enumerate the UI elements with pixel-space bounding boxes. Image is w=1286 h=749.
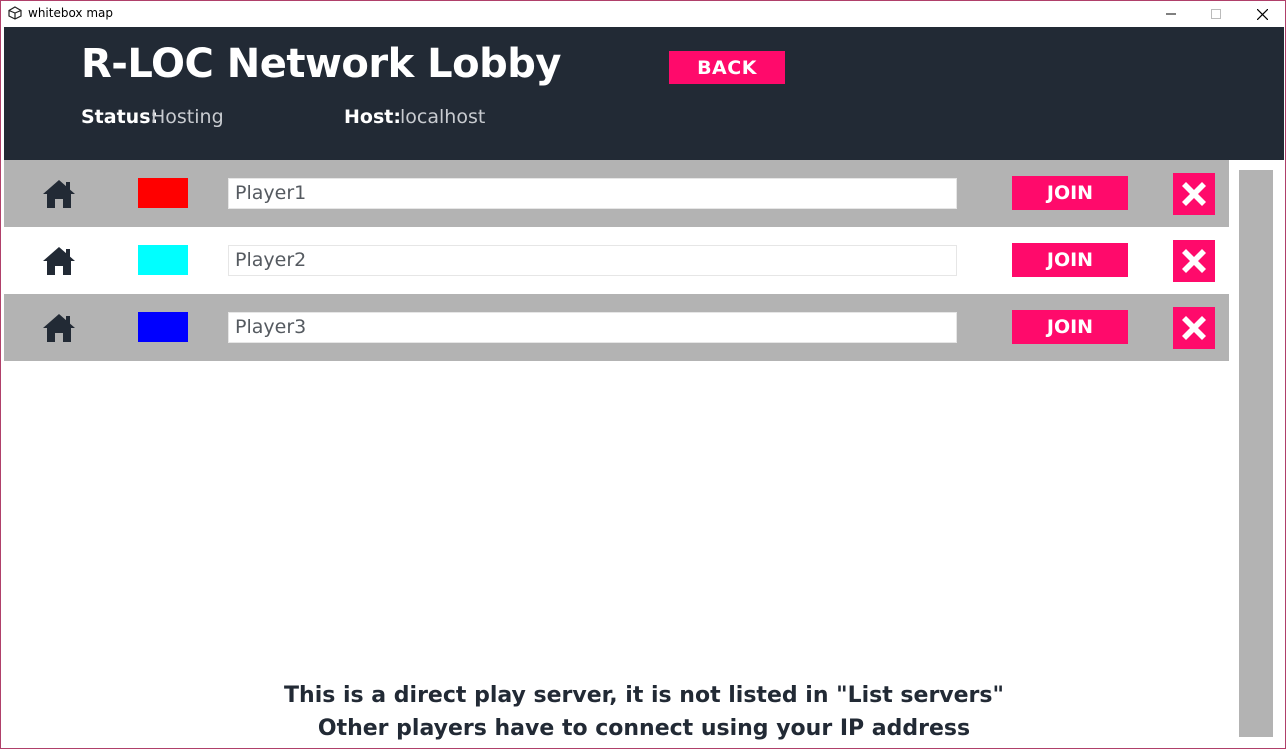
minimize-button[interactable] — [1148, 1, 1194, 27]
notice-line-2: Other players have to connect using your… — [317, 716, 971, 741]
player-color-swatch[interactable] — [138, 178, 188, 208]
remove-player-button[interactable] — [1173, 173, 1215, 215]
scrollbar-thumb[interactable] — [1239, 170, 1273, 737]
player-name-field[interactable]: Player3 — [228, 312, 957, 343]
join-button[interactable]: JOIN — [1012, 176, 1128, 210]
player-row-1: Player1 JOIN — [4, 160, 1229, 227]
home-icon — [43, 247, 75, 275]
player-name-field[interactable]: Player1 — [228, 178, 957, 209]
close-icon — [1256, 8, 1268, 20]
host-value: localhost — [400, 106, 486, 128]
home-icon — [43, 180, 75, 208]
status-value: Hosting — [151, 106, 224, 128]
window-title: whitebox map — [28, 6, 114, 20]
close-x-icon — [1182, 182, 1206, 206]
close-window-button[interactable] — [1239, 1, 1285, 27]
player-color-swatch[interactable] — [138, 245, 188, 275]
player-name-field[interactable]: Player2 — [228, 245, 957, 276]
notice-line-1: This is a direct play server, it is not … — [284, 683, 1004, 708]
page-title: R-LOC Network Lobby — [81, 41, 561, 87]
maximize-icon — [1211, 9, 1221, 19]
join-button[interactable]: JOIN — [1012, 243, 1128, 277]
title-bar: whitebox map — [1, 1, 1285, 27]
host-label: Host: — [344, 106, 401, 128]
home-icon — [43, 314, 75, 342]
unity-logo-icon — [8, 6, 22, 20]
player-row-2: Player2 JOIN — [4, 227, 1229, 294]
back-button[interactable]: BACK — [669, 51, 785, 84]
close-x-icon — [1182, 249, 1206, 273]
status-label: Status: — [81, 106, 159, 128]
player-color-swatch[interactable] — [138, 312, 188, 342]
remove-player-button[interactable] — [1173, 240, 1215, 282]
player-list-scrollbar[interactable] — [1229, 160, 1284, 747]
player-row-3: Player3 JOIN — [4, 294, 1229, 361]
app-window: whitebox map R-LOC Network Lobby BACK St… — [0, 0, 1286, 749]
join-button[interactable]: JOIN — [1012, 310, 1128, 344]
lobby-header: R-LOC Network Lobby BACK Status: Hosting… — [4, 27, 1284, 160]
maximize-button[interactable] — [1193, 1, 1239, 27]
minimize-icon — [1166, 13, 1176, 15]
remove-player-button[interactable] — [1173, 307, 1215, 349]
direct-play-notice: This is a direct play server, it is not … — [4, 679, 1284, 745]
close-x-icon — [1182, 316, 1206, 340]
